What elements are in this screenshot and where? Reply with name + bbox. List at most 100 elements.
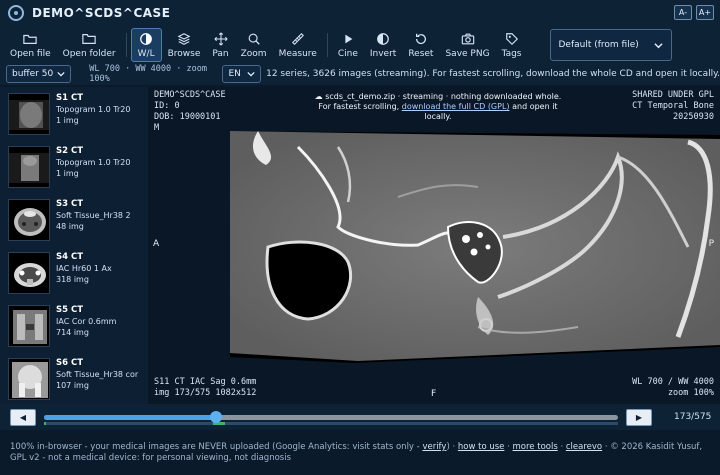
status-message: 12 series, 3626 images (streaming). For … <box>266 69 720 79</box>
language-select[interactable]: EN <box>222 65 262 83</box>
folder-open-icon <box>23 34 37 44</box>
move-icon <box>214 32 227 45</box>
previous-slice-button[interactable]: ◀ <box>10 408 36 426</box>
series-thumbnail <box>8 93 50 135</box>
toolbar-divider <box>125 33 127 57</box>
series-item-s4[interactable]: S4 CT IAC Hr60 1 Ax 318 img <box>0 246 148 299</box>
series-description: Topogram 1.0 Tr20 <box>56 105 131 114</box>
cine-button[interactable]: Cine <box>332 28 364 62</box>
tags-button[interactable]: Tags <box>496 28 528 62</box>
zoom-overlay: zoom 100% <box>667 388 714 398</box>
magnifier-icon <box>248 33 260 45</box>
clearevo-link[interactable]: clearevo <box>566 442 602 452</box>
series-description: IAC Cor 0.6mm <box>56 317 117 326</box>
series-title: S4 CT <box>56 252 84 262</box>
invert-button[interactable]: Invert <box>364 28 402 62</box>
series-thumbnail <box>8 358 50 400</box>
patient-info-overlay: DEMO^SCDS^CASE ID: 0 DOB: 19000101 M <box>154 90 226 134</box>
how-to-use-link[interactable]: how to use <box>458 442 505 452</box>
wl-preset-select[interactable]: Default (from file) <box>549 29 672 61</box>
buffer-select[interactable]: buffer 50 <box>6 65 72 83</box>
series-item-s5[interactable]: S5 CT IAC Cor 0.6mm 714 img <box>0 299 148 352</box>
series-item-s6[interactable]: S6 CT Soft Tissue_Hr38 cor 107 img <box>0 352 148 404</box>
license-disclaimer: GPL v2 - not a medical device: for perso… <box>10 453 291 463</box>
image-viewport[interactable]: DEMO^SCDS^CASE ID: 0 DOB: 19000101 M SHA… <box>148 87 720 404</box>
copyright-text: · © 2026 Kasidit Yusuf, <box>604 442 703 452</box>
cine-label: Cine <box>337 48 358 59</box>
chevron-down-icon <box>57 71 65 77</box>
toolbar: Open file Open folder W/L Browse Pan Zoo… <box>0 26 720 64</box>
verify-link[interactable]: verify <box>422 442 446 452</box>
series-count: 714 img <box>56 328 89 337</box>
series-title: S3 CT <box>56 199 84 209</box>
series-thumbnail <box>8 199 50 241</box>
layers-icon <box>177 32 191 45</box>
font-larger-button[interactable]: A+ <box>696 5 714 20</box>
series-description: Soft Tissue_Hr38 2 <box>56 211 131 220</box>
title-bar: DEMO^SCDS^CASE A- A+ <box>0 0 720 26</box>
font-smaller-button[interactable]: A- <box>674 5 692 20</box>
series-count: 48 img <box>56 222 84 231</box>
open-file-button[interactable]: Open file <box>4 28 57 62</box>
image-info-overlay: S11 CT IAC Sag 0.6mm img 173/575 1082x51… <box>154 377 256 399</box>
measure-tool-label: Measure <box>278 48 317 59</box>
reset-icon <box>415 33 426 44</box>
series-item-s3[interactable]: S3 CT Soft Tissue_Hr38 2 48 img <box>0 193 148 246</box>
orientation-right: P <box>708 239 714 249</box>
browse-tool-button[interactable]: Browse <box>162 28 207 62</box>
study-description: CT Temporal Bone <box>632 101 714 111</box>
loaded-slices-bar <box>44 422 618 425</box>
save-png-button[interactable]: Save PNG <box>439 28 495 62</box>
patient-sex: M <box>154 123 160 133</box>
invert-label: Invert <box>369 48 397 59</box>
loaded-segment <box>44 422 46 425</box>
ct-image <box>230 131 720 363</box>
footer: 100% in-browser - your medical images ar… <box>0 430 720 475</box>
app-title: DEMO^SCDS^CASE <box>32 6 171 20</box>
series-description: Topogram 1.0 Tr20 <box>56 158 131 167</box>
open-folder-button[interactable]: Open folder <box>57 28 122 62</box>
series-count: 1 img <box>56 116 79 125</box>
next-slice-button[interactable]: ▶ <box>626 408 652 426</box>
footer-privacy-text: 100% in-browser - your medical images ar… <box>10 442 420 452</box>
open-file-label: Open file <box>10 48 51 59</box>
folder-icon <box>82 33 96 44</box>
tag-icon <box>505 32 518 45</box>
series-title: S2 CT <box>56 146 84 156</box>
zoom-tool-label: Zoom <box>240 48 267 59</box>
series-description: Soft Tissue_Hr38 cor <box>56 370 139 379</box>
ruler-icon <box>291 32 304 45</box>
series-description: IAC Hr60 1 Ax <box>56 264 112 273</box>
slice-navigation: ◀ ▶ 173/575 <box>0 404 720 430</box>
series-count: 107 img <box>56 381 89 390</box>
pan-tool-button[interactable]: Pan <box>206 28 234 62</box>
reset-label: Reset <box>408 48 434 59</box>
invert-icon <box>377 32 389 45</box>
series-description-overlay: S11 CT IAC Sag 0.6mm <box>154 377 257 387</box>
series-thumbnail <box>8 146 50 188</box>
app-logo-icon <box>8 5 24 21</box>
series-thumbnail <box>8 305 50 347</box>
slice-counter: 173/575 <box>674 412 712 422</box>
buffer-value: buffer 50 <box>12 69 54 79</box>
slider-fill <box>44 415 217 420</box>
series-item-s2[interactable]: S2 CT Topogram 1.0 Tr20 1 img <box>0 140 148 193</box>
language-value: EN <box>228 69 241 79</box>
patient-id: ID: 0 <box>154 101 180 111</box>
series-title: S6 CT <box>56 358 84 368</box>
wl-overlay: WL 700 / WW 4000 <box>632 377 714 387</box>
download-cd-link[interactable]: download the full CD (GPL) <box>402 102 510 111</box>
zoom-tool-button[interactable]: Zoom <box>235 28 273 62</box>
wl-tool-label: W/L <box>137 48 155 59</box>
series-item-s1[interactable]: S1 CT Topogram 1.0 Tr20 1 img <box>0 87 148 140</box>
reset-button[interactable]: Reset <box>402 28 439 62</box>
play-icon <box>345 34 353 43</box>
wl-tool-button[interactable]: W/L <box>130 28 162 62</box>
image-index-size: img 173/575 1082x512 <box>154 388 257 398</box>
measure-tool-button[interactable]: Measure <box>273 28 323 62</box>
chevron-down-icon <box>653 42 663 48</box>
open-folder-label: Open folder <box>62 48 116 59</box>
more-tools-link[interactable]: more tools <box>513 442 558 452</box>
slice-slider[interactable] <box>44 409 618 425</box>
footer-separator: ) · <box>446 442 456 452</box>
